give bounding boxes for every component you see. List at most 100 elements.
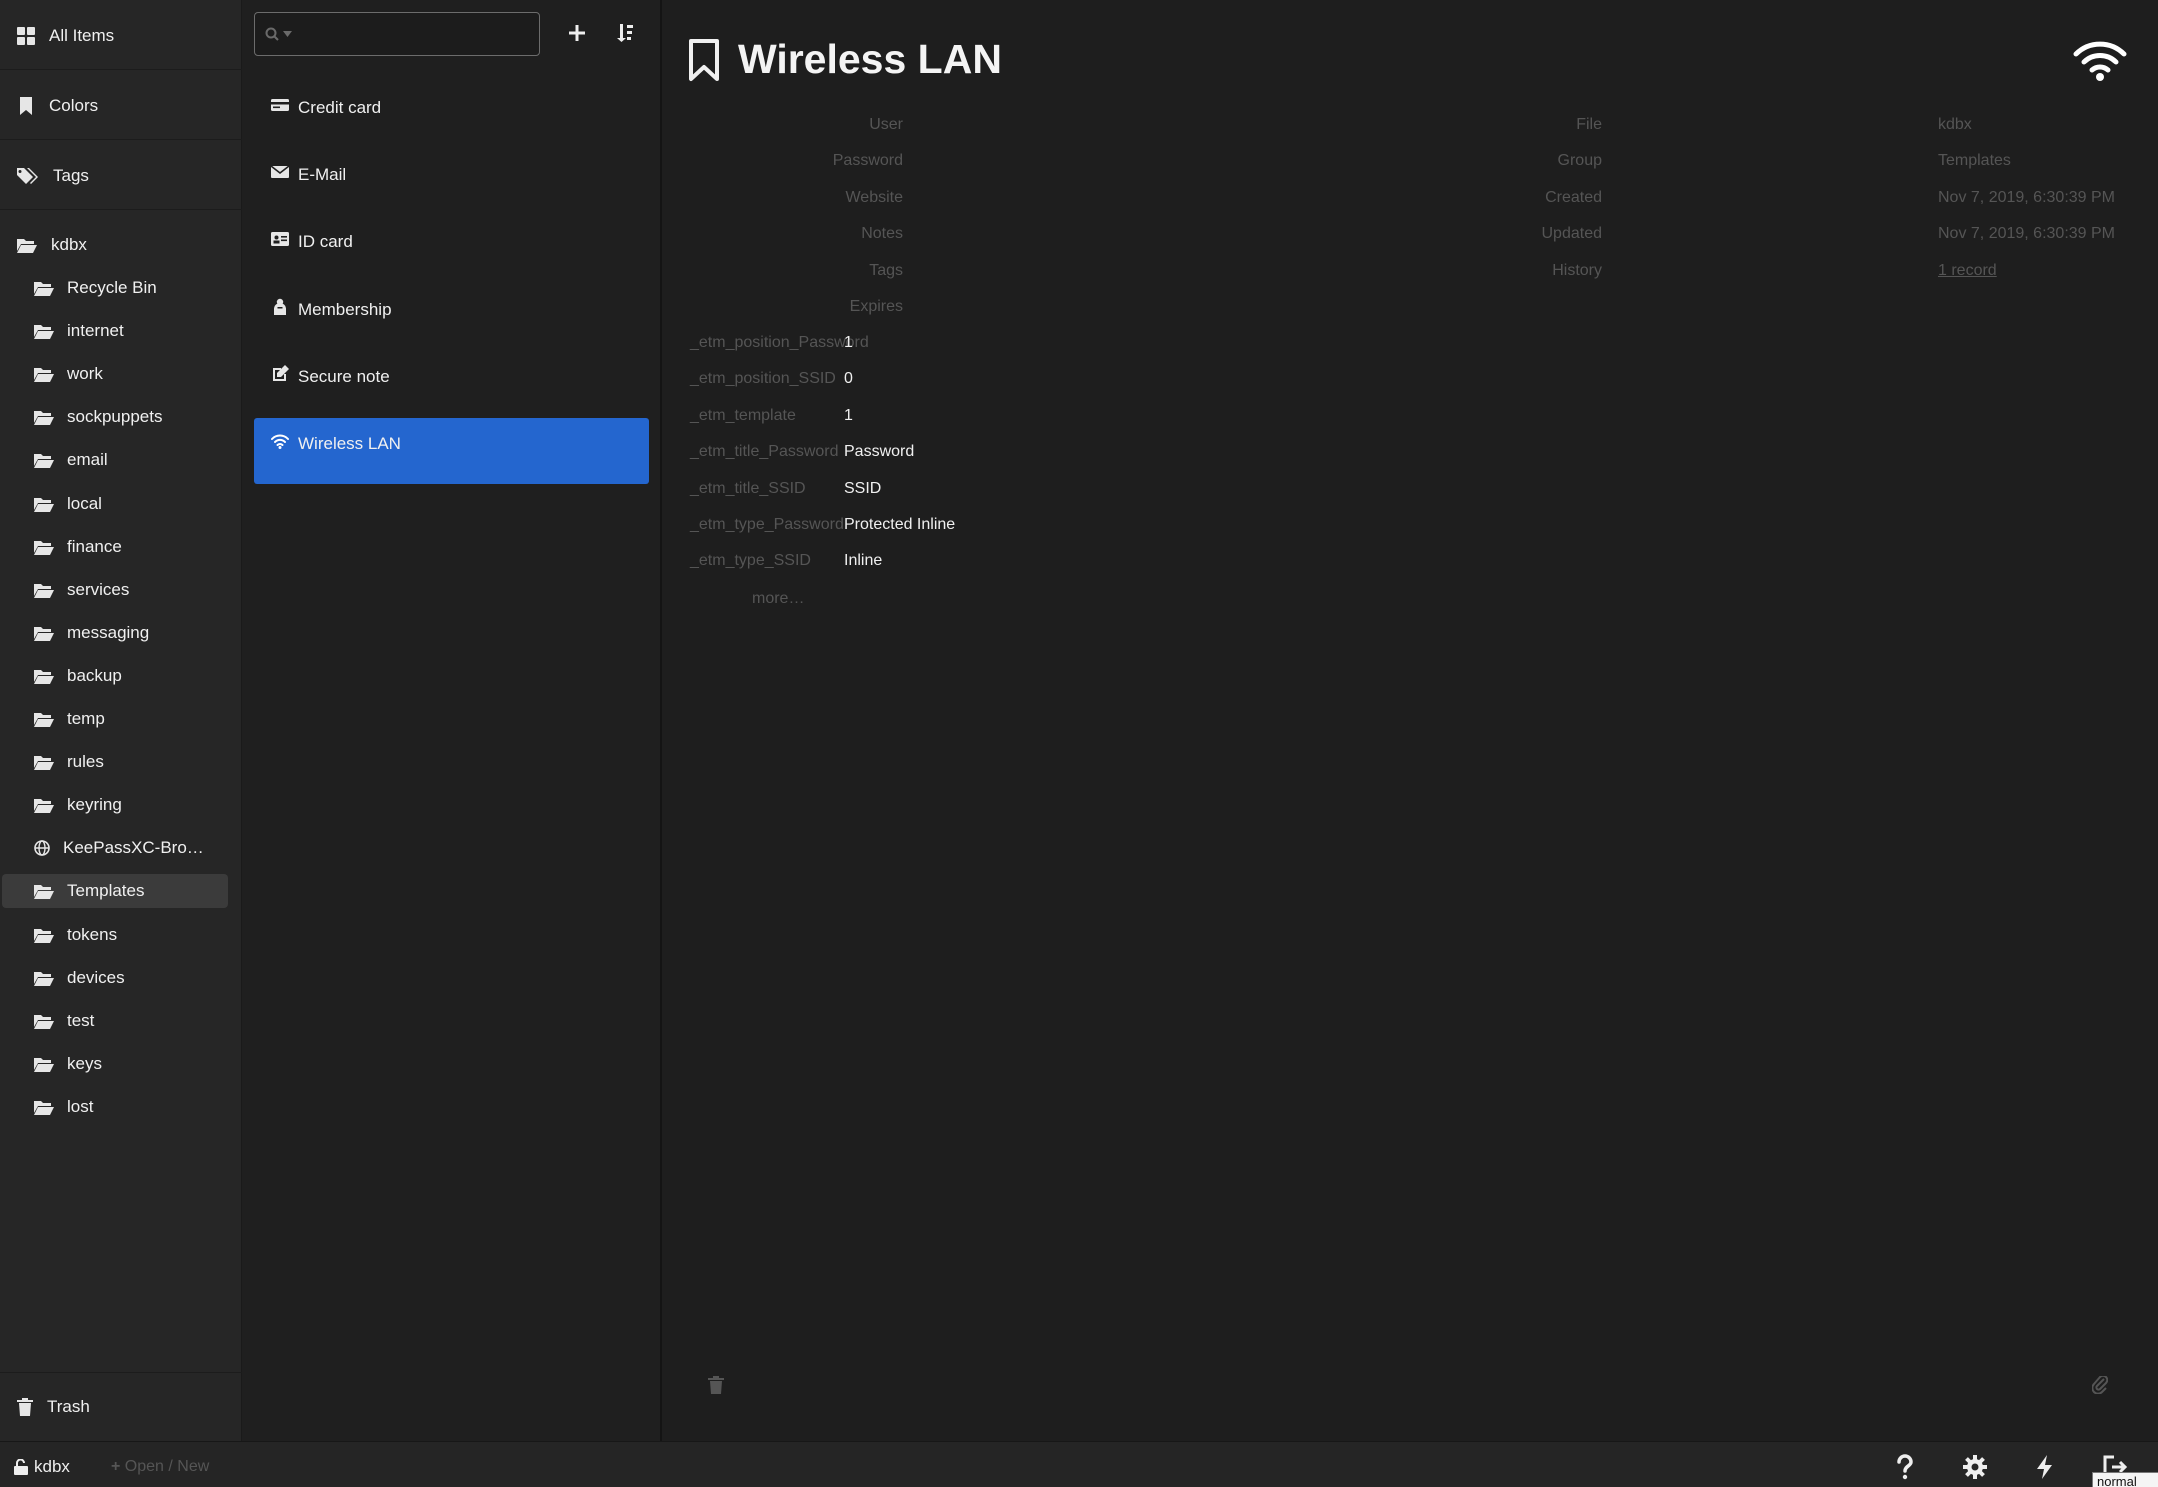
more-fields-link[interactable]: more… [752,590,804,608]
open-database-tab[interactable]: kdbx [14,1457,70,1477]
entry-list-item[interactable]: Membership [254,284,649,350]
folder-open-icon [34,797,54,814]
caret-down-icon[interactable] [283,31,292,37]
sidebar-item-label: kdbx [51,235,87,254]
sidebar-item-label: work [67,364,103,384]
custom-field-value[interactable]: Inline [844,552,882,570]
sidebar-item-folder[interactable]: finance [2,530,228,564]
field-label-notes: Notes [861,225,903,242]
sidebar-item-folder[interactable]: internet [2,314,228,348]
sidebar-item-folder[interactable]: tokens [2,918,228,952]
entry-list-item[interactable]: Credit card [254,82,649,148]
sidebar-item-label: temp [67,709,105,728]
sidebar-item-folder[interactable]: backup [2,659,228,693]
sidebar-item-folder[interactable]: work [2,357,228,391]
sidebar-item-tags[interactable]: Tags [0,142,242,210]
open-new-button[interactable]: + Open / New [111,1458,209,1476]
meta-value-updated: Nov 7, 2019, 6:30:39 PM [1938,225,2115,242]
folder-open-icon [34,280,54,296]
sort-icon [617,24,633,42]
custom-field-value[interactable]: 0 [844,370,853,388]
sidebar-item-folder[interactable]: Templates [2,874,228,909]
custom-field-value[interactable]: SSID [844,480,881,498]
entry-list-item[interactable]: ID card [254,216,649,282]
bookmark-outline-icon[interactable] [688,38,720,82]
open-new-label: Open / New [124,1458,210,1475]
folder-open-icon [34,1099,54,1115]
meta-label-created: Created [1545,189,1602,206]
entry-detail-pane: Wireless LAN User Password Website Notes… [664,0,2158,1441]
folder-open-icon [34,409,54,426]
entry-list-item[interactable]: Secure note [254,351,649,417]
sidebar-item-label: Colors [49,95,99,115]
folder-open-icon [34,668,54,684]
field-label-website: Website [845,189,903,206]
sidebar-item-all-items[interactable]: All Items [0,2,242,70]
sidebar-item-folder[interactable]: temp [2,702,228,736]
sidebar-item-trash[interactable]: Trash [0,1372,242,1441]
custom-field-label: _etm_title_Password [690,443,839,461]
sidebar-item-label: email [67,450,108,470]
wifi-icon[interactable] [2072,38,2128,82]
folder-open-icon [34,496,54,512]
custom-field-value[interactable]: 1 [844,334,853,352]
sidebar-item-database[interactable]: kdbx [0,228,242,262]
sidebar-item-folder[interactable]: keyring [2,788,228,822]
sidebar-item-folder[interactable]: test [2,1004,228,1038]
entry-title: E-Mail [298,165,347,185]
field-label-tags: Tags [869,262,903,279]
entry-list-item[interactable]: E-Mail [254,149,649,215]
sidebar-item-label: Recycle Bin [67,278,157,297]
sidebar-item-folder[interactable]: Recycle Bin [2,271,228,305]
sidebar-item-label: services [67,579,130,599]
paperclip-icon[interactable] [2092,1376,2108,1394]
sidebar-item-folder[interactable]: messaging [2,616,228,650]
add-entry-button[interactable] [562,18,592,48]
sort-button[interactable] [610,18,640,48]
history-link[interactable]: 1 record [1938,262,1997,280]
sidebar-item-label: internet [67,321,124,341]
lightning-icon[interactable] [2032,1454,2058,1480]
entry-title[interactable]: Wireless LAN [738,36,1002,83]
custom-field-label: _etm_title_SSID [690,479,806,497]
sidebar-item-folder[interactable]: devices [2,961,228,995]
entry-title: Credit card [298,98,382,117]
help-icon[interactable] [1892,1454,1918,1480]
sidebar-item-folder[interactable]: sockpuppets [2,400,228,434]
bookmark-icon [20,96,32,115]
meta-label-updated: Updated [1541,225,1603,242]
sidebar-item-label: Trash [47,1397,90,1416]
entry-title: Secure note [298,366,390,386]
entry-list-item[interactable]: Wireless LAN [254,418,649,484]
gear-icon[interactable] [1962,1454,1988,1480]
custom-field-value[interactable]: 1 [844,407,853,425]
sidebar-item-folder[interactable]: email [2,443,228,477]
folder-open-icon [34,883,54,900]
sidebar-item-folder[interactable]: local [2,487,228,521]
credit-card-icon [271,98,289,114]
sidebar-item-label: Tags [53,165,89,185]
search-box[interactable] [254,12,540,56]
custom-field-value[interactable]: Protected Inline [844,516,955,534]
sidebar-item-folder[interactable]: lost [2,1090,228,1124]
folder-open-icon [34,582,54,598]
entry-title: Wireless LAN [298,434,401,453]
folder-open-icon [34,323,54,340]
entry-title: ID card [298,232,353,252]
sidebar-item-label: Templates [67,881,145,901]
search-input[interactable] [296,25,516,43]
sidebar-item-colors[interactable]: Colors [0,72,242,140]
custom-field-value[interactable]: Password [844,443,914,461]
sidebar-item-folder[interactable]: services [2,573,228,607]
footer-bar: kdbx + Open / New [0,1441,2158,1487]
sidebar-item-folder[interactable]: keys [2,1047,228,1081]
sidebar-item-folder[interactable]: rules [2,745,228,779]
custom-field-label: _etm_position_SSID [690,370,836,388]
sidebar-item-label: sockpuppets [67,407,163,427]
folder-open-icon [34,1056,54,1072]
sidebar-item-label: keys [67,1053,102,1073]
sidebar-item-folder[interactable]: KeePassXC-Bro… [2,831,228,865]
delete-entry-icon[interactable] [708,1376,724,1394]
folder-open-icon [34,452,54,469]
sidebar-item-label: devices [67,967,125,987]
